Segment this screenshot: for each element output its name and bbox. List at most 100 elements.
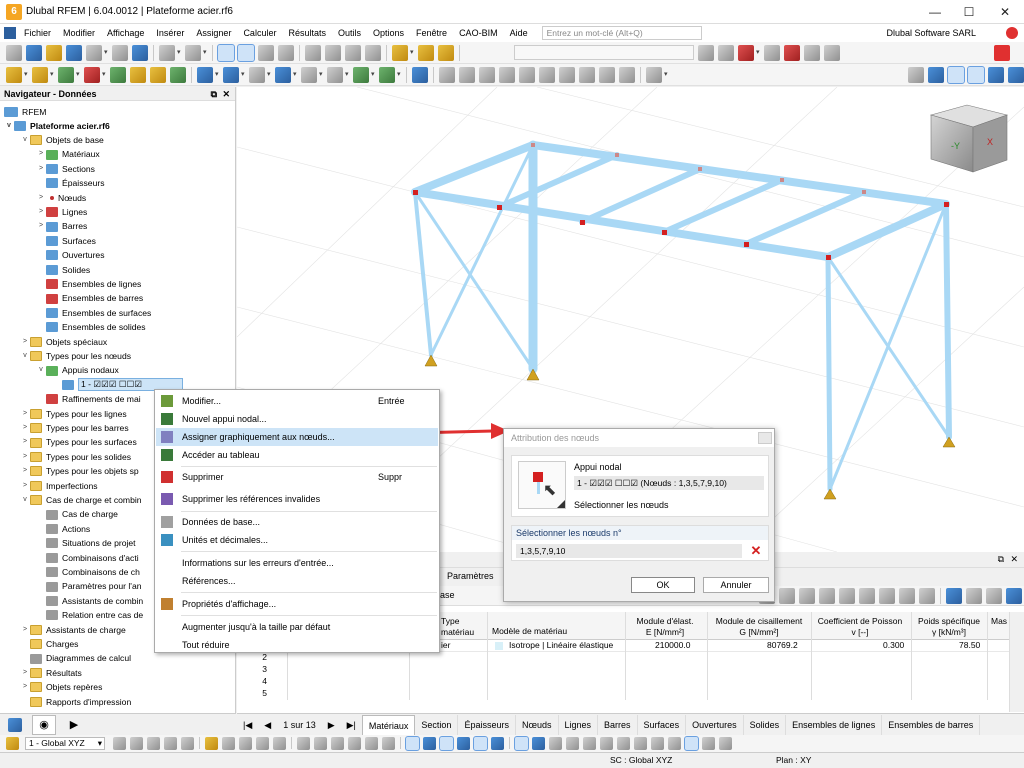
node[interactable] — [413, 190, 418, 195]
bt-icon-17[interactable] — [405, 736, 420, 751]
tree-item[interactable]: Assistants de combin — [36, 594, 143, 608]
result-display-icon[interactable] — [392, 44, 408, 61]
menu-fenetre[interactable]: Fenêtre — [410, 28, 453, 38]
bt-icon-4[interactable] — [164, 737, 177, 750]
tree-item[interactable]: Rapports d'impression — [20, 695, 131, 709]
tree-item[interactable]: > Types pour les objets sp — [20, 464, 139, 478]
bt-icon-19[interactable] — [439, 736, 454, 751]
extend-icon[interactable] — [579, 66, 595, 83]
expand-arrow-icon[interactable]: > — [36, 162, 46, 176]
tree-item[interactable]: Relation entre cas de — [36, 608, 143, 622]
menu-item-assign-graphically[interactable]: Assigner graphiquement aux nœuds... — [156, 428, 438, 446]
expand-arrow-icon[interactable]: > — [36, 205, 46, 219]
grid-icon[interactable] — [379, 66, 395, 83]
undo-icon[interactable] — [159, 44, 175, 61]
bt-icon-14[interactable] — [348, 737, 361, 750]
col-header-gamma[interactable]: Poids spécifique γ [kN/m³] — [911, 616, 987, 638]
help-icon[interactable] — [1006, 27, 1018, 39]
node[interactable] — [615, 153, 619, 157]
table-menu-parametres[interactable]: Paramètres — [447, 571, 494, 581]
menu-item-new-support[interactable]: Nouvel appui nodal... — [156, 410, 438, 428]
load-display-icon[interactable] — [804, 45, 820, 61]
snap-icon[interactable] — [353, 66, 369, 83]
bt-icon-29[interactable] — [617, 737, 630, 750]
table-next-icon[interactable] — [779, 588, 795, 604]
support-symbol[interactable] — [823, 488, 837, 500]
tree-root[interactable]: RFEM — [4, 105, 46, 119]
tab-ouvertures[interactable]: Ouvertures — [686, 714, 744, 735]
node[interactable] — [826, 255, 831, 260]
bt-icon-28[interactable] — [600, 737, 613, 750]
expand-arrow-icon[interactable]: > — [36, 191, 46, 205]
tree-item[interactable]: > Nœuds — [36, 191, 86, 205]
bt-icon-35[interactable] — [719, 737, 732, 750]
tree-item[interactable]: Ensembles de surfaces — [36, 306, 151, 320]
tree-item[interactable]: Ouvertures — [36, 248, 105, 262]
node[interactable] — [580, 220, 585, 225]
menu-calculer[interactable]: Calculer — [237, 28, 282, 38]
guide-icon[interactable] — [301, 66, 317, 83]
bt-icon-30[interactable] — [634, 737, 647, 750]
node[interactable] — [698, 167, 702, 171]
tree-item[interactable]: > Types pour les solides — [20, 450, 131, 464]
expand-arrow-icon[interactable]: v — [20, 133, 30, 147]
expand-arrow-icon[interactable]: > — [20, 450, 30, 464]
tree-item[interactable]: > Lignes — [36, 205, 87, 219]
tab-materiaux[interactable]: Matériaux — [361, 714, 416, 735]
mirror-icon[interactable] — [499, 66, 515, 83]
tree-item[interactable]: Paramètres pour l'an — [36, 579, 142, 593]
tree-item[interactable]: Épaisseurs — [36, 176, 105, 190]
tree-item[interactable]: > Objets spéciaux — [20, 335, 107, 349]
bt-icon-21[interactable] — [473, 736, 488, 751]
support-symbol[interactable] — [424, 354, 438, 367]
tree-item[interactable]: Situations de projet — [36, 536, 136, 550]
member-top-left[interactable] — [411, 141, 537, 196]
filter-icon[interactable] — [412, 66, 428, 83]
menu-item-base-data[interactable]: Données de base... — [156, 513, 438, 531]
line-tool-icon[interactable] — [32, 66, 48, 83]
member-tool-icon[interactable] — [58, 66, 74, 83]
panel-icon[interactable] — [258, 44, 274, 61]
tree-item[interactable]: > Résultats — [20, 666, 82, 680]
menu-options[interactable]: Options — [367, 28, 410, 38]
tree-item[interactable]: Diagrammes de calcul — [20, 651, 131, 665]
new-file-icon[interactable] — [6, 44, 22, 61]
calc-all-icon[interactable] — [325, 44, 341, 61]
stop-icon[interactable] — [994, 45, 1010, 61]
surface-tool-icon[interactable] — [130, 66, 146, 83]
nav-view-tab-icon[interactable]: ◉ — [32, 714, 56, 735]
tree-item[interactable]: Surfaces — [36, 234, 96, 248]
tree-item[interactable]: > Types pour les barres — [20, 421, 129, 435]
delete-load-icon[interactable] — [784, 45, 800, 61]
tree-item[interactable]: Ensembles de barres — [36, 291, 143, 305]
bt-icon-33[interactable] — [684, 736, 699, 751]
tab-prev-icon[interactable]: ◀ — [258, 715, 277, 735]
expand-arrow-icon[interactable]: > — [20, 623, 30, 637]
table-last-icon[interactable] — [819, 588, 835, 604]
next-icon[interactable] — [438, 44, 454, 61]
bt-icon-5[interactable] — [181, 737, 194, 750]
tree-item[interactable]: Actions — [36, 522, 90, 536]
col-header-e[interactable]: Module d'élast. E [N/mm²] — [625, 616, 705, 638]
table-function-icon[interactable] — [879, 588, 895, 604]
open-icon[interactable] — [26, 44, 42, 61]
table-settings-icon[interactable] — [986, 588, 1002, 604]
col-header-model[interactable]: Modèle de matériau — [492, 626, 567, 636]
menu-aide[interactable]: Aide — [504, 28, 534, 38]
cancel-button[interactable]: Annuler — [703, 577, 769, 593]
col-header-type[interactable]: Type matériau — [441, 616, 474, 638]
node[interactable] — [531, 143, 535, 147]
tab-section[interactable]: Section — [415, 714, 459, 735]
menu-assigner[interactable]: Assigner — [190, 28, 237, 38]
menu-item-units[interactable]: Unités et décimales... — [156, 531, 438, 549]
tree-item[interactable]: Solides — [36, 263, 90, 277]
member-cross-2[interactable] — [579, 166, 703, 225]
tab-epaisseurs[interactable]: Épaisseurs — [458, 714, 516, 735]
tree-item[interactable]: v Types pour les nœuds — [20, 349, 131, 363]
calc-icon[interactable] — [305, 44, 321, 61]
load-table-icon[interactable] — [824, 45, 840, 61]
menu-modifier[interactable]: Modifier — [57, 28, 101, 38]
join-icon[interactable] — [559, 66, 575, 83]
expand-arrow-icon[interactable]: > — [36, 147, 46, 161]
node-tool-icon[interactable] — [6, 66, 22, 83]
